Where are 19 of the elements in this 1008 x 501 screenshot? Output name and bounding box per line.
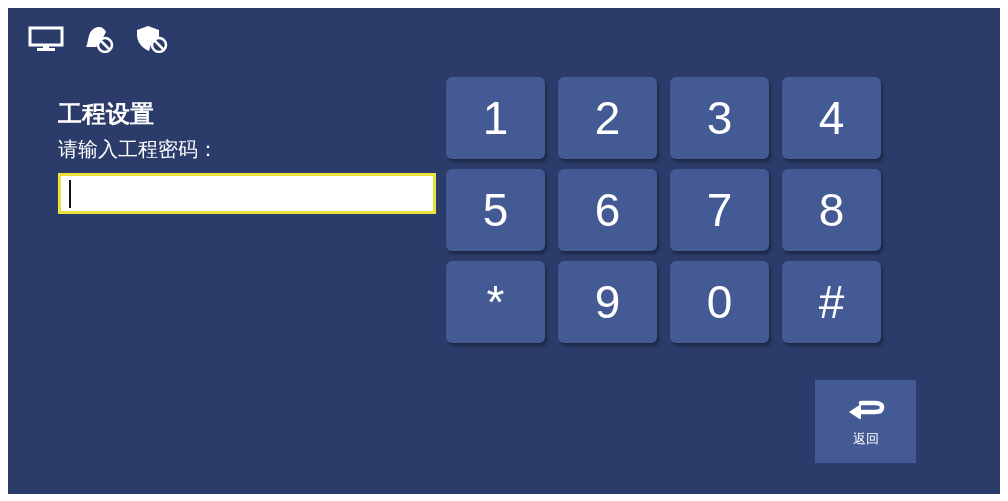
password-field[interactable] [58,173,436,214]
text-cursor [69,179,71,208]
keypad-key[interactable]: * [446,261,545,343]
keypad-key[interactable]: 5 [446,169,545,251]
keypad-key[interactable]: 1 [446,77,545,159]
keypad-key[interactable]: # [782,261,881,343]
password-prompt: 请输入工程密码： [58,136,219,163]
back-button[interactable]: 返回 [815,380,916,463]
monitor-icon [28,26,64,52]
keypad-key[interactable]: 6 [558,169,657,251]
page-title: 工程设置 [58,99,155,129]
keypad-key[interactable]: 9 [558,261,657,343]
keypad-key[interactable]: 4 [782,77,881,159]
keypad-key[interactable]: 8 [782,169,881,251]
keypad-key[interactable]: 2 [558,77,657,159]
keypad-key[interactable]: 0 [670,261,769,343]
keypad-key[interactable]: 3 [670,77,769,159]
shield-blocked-icon [134,25,170,53]
keypad-key[interactable]: 7 [670,169,769,251]
